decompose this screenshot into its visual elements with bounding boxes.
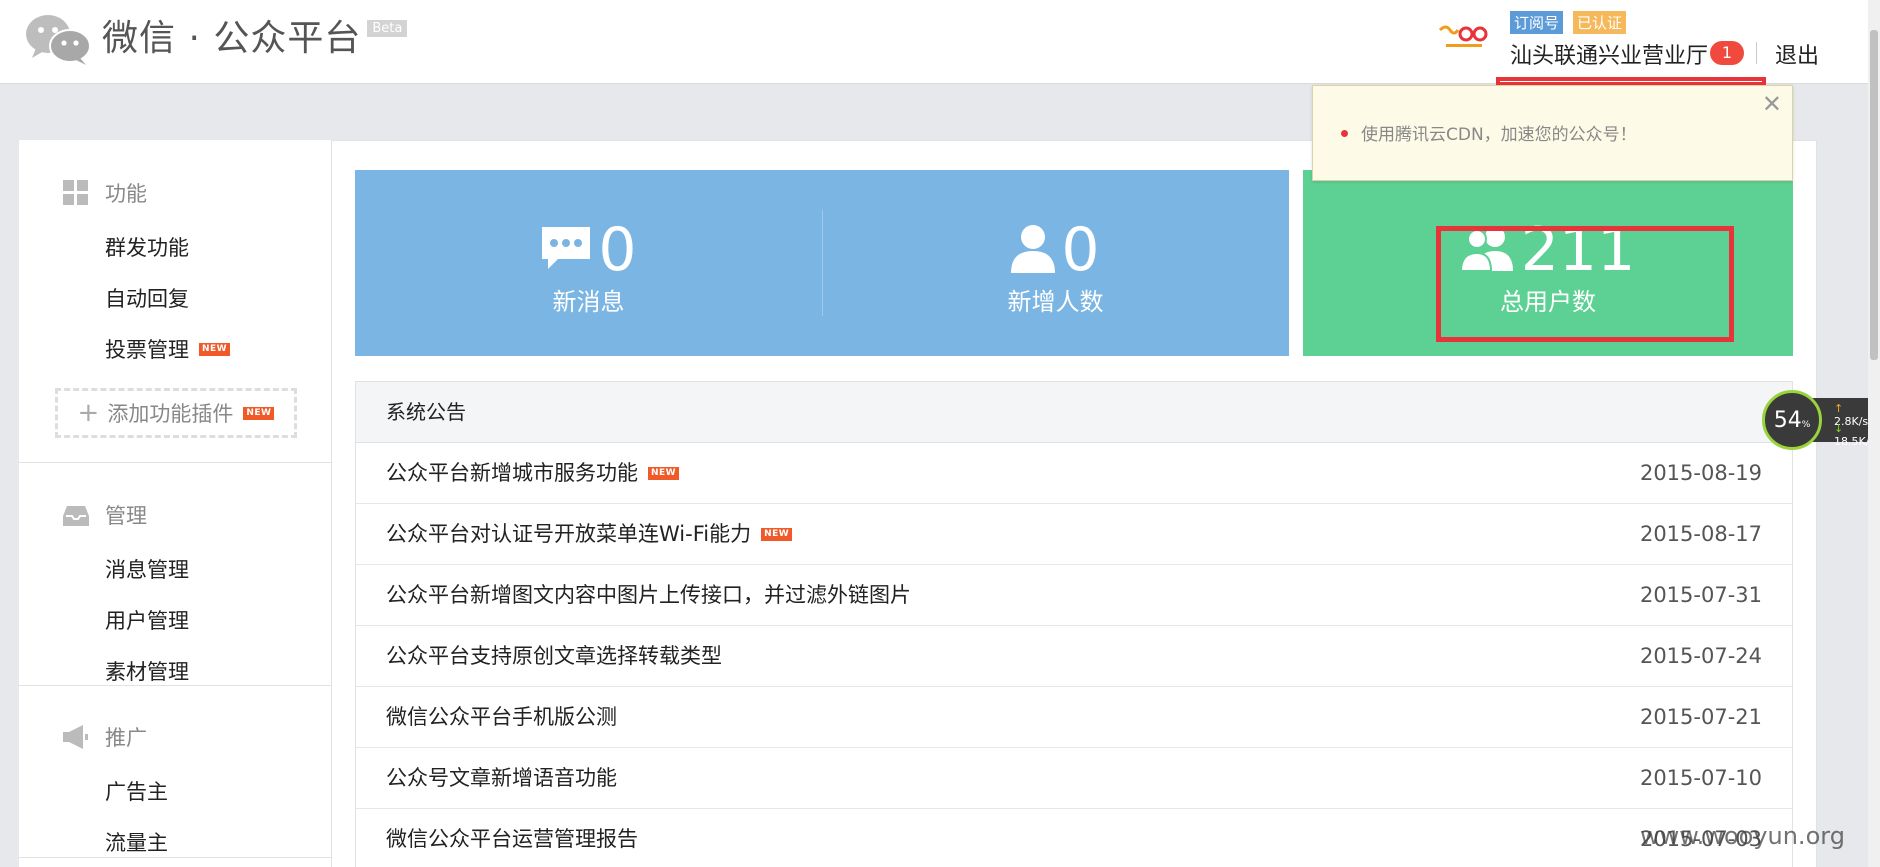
sidebar-item-label: 素材管理 [105,660,189,684]
sidebar-item-publisher[interactable]: 流量主 [105,827,168,857]
new-users-label: 新增人数 [1007,288,1104,316]
speed-percent-sign: % [1801,420,1811,430]
announcement-title: 公众平台新增城市服务功能 [386,461,638,485]
add-plugin-button[interactable]: + 添加功能插件 NEW [55,388,297,438]
speed-percent-ring: 54% [1762,390,1822,450]
cdn-notification: 使用腾讯云CDN，加速您的公众号！ ✕ [1312,85,1793,181]
section-title: 功能 [105,182,147,206]
megaphone-icon [63,724,89,750]
speed-percent: 54 [1773,407,1802,433]
add-plugin-label: 添加功能插件 [107,402,234,426]
sidebar-item-label: 群发功能 [105,236,189,260]
new-badge: NEW [648,467,680,480]
announcement-date: 2015-07-24 [1639,644,1762,668]
announcement-title: 公众平台对认证号开放菜单连Wi-Fi能力 [386,522,752,546]
highlight-box [1436,226,1734,342]
announcement-title: 公众平台支持原创文章选择转载类型 [386,644,722,668]
announcement-date: 2015-07-21 [1639,705,1762,729]
announcement-row[interactable]: 微信公众平台手机版公测 2015-07-21 [356,687,1792,748]
announcement-date: 2015-08-19 [1639,461,1762,485]
sidebar-item-materials[interactable]: 素材管理 [105,656,189,686]
announcement-row[interactable]: 微信公众平台运营管理报告 2015-07-03 [356,809,1792,867]
announcement-title: 公众平台新增图文内容中图片上传接口，并过滤外链图片 [386,583,911,607]
logout-link[interactable]: 退出 [1775,38,1819,70]
notification-text[interactable]: 使用腾讯云CDN，加速您的公众号！ [1361,120,1637,145]
message-bubble-icon [540,225,592,275]
sidebar-divider [19,857,332,858]
verified-tag: 已认证 [1573,11,1627,34]
sidebar-divider [19,685,332,686]
sidebar-item-messages[interactable]: 消息管理 [105,554,189,584]
new-badge: NEW [243,406,275,420]
unicom-logo-icon [1436,20,1492,54]
announcement-row[interactable]: 公众平台新增城市服务功能 NEW 2015-08-19 [356,443,1792,504]
announcement-title: 微信公众平台运营管理报告 [386,827,638,851]
announcement-row[interactable]: 公众平台新增图文内容中图片上传接口，并过滤外链图片 2015-07-31 [356,565,1792,626]
announcement-date: 2015-07-10 [1639,766,1762,790]
wechat-bubbles-icon [24,12,92,66]
announcements-panel: 系统公告 公众平台新增城市服务功能 NEW 2015-08-19 公众平台对认证… [355,381,1793,867]
download-rate-value: 18.5 [1834,435,1859,448]
sidebar-item-label: 投票管理 [105,338,189,362]
top-header: 微信 · 公众平台 Beta 订阅号 已认证 汕头联通兴业营业厅 1 退出 [0,0,1880,86]
sidebar: 功能 群发功能 自动回复 投票管理 NEW + 添加功能插件 NEW 管理 消息… [19,140,332,867]
new-messages-label: 新消息 [552,288,625,316]
header-separator [1756,42,1757,64]
sidebar-item-auto-reply[interactable]: 自动回复 [105,283,189,313]
bullet-dot [1341,130,1348,137]
sidebar-item-label: 广告主 [105,780,168,804]
inbox-icon [63,502,89,528]
download-arrow-icon: ↓ [1834,422,1844,435]
plus-icon: + [77,398,100,428]
platform-title: 微信 · 公众平台 [102,18,362,59]
subscription-tag: 订阅号 [1510,11,1564,34]
wechat-logo[interactable]: 微信 · 公众平台 Beta [24,12,408,66]
sidebar-item-label: 消息管理 [105,558,189,582]
sidebar-item-label: 用户管理 [105,609,189,633]
sidebar-item-broadcast[interactable]: 群发功能 [105,232,189,262]
new-badge: NEW [761,528,793,541]
announcement-title: 微信公众平台手机版公测 [386,705,617,729]
account-name[interactable]: 汕头联通兴业营业厅 [1510,38,1708,70]
watermark: www.wooyun.org [1640,822,1845,850]
beta-badge: Beta [367,19,408,37]
close-icon[interactable]: ✕ [1762,92,1782,116]
announcement-date: 2015-08-17 [1639,522,1762,546]
stats-panel-blue: 0 新消息 0 新增人数 [355,170,1289,356]
announcement-row[interactable]: 公众平台对认证号开放菜单连Wi-Fi能力 NEW 2015-08-17 [356,504,1792,565]
new-messages-count: 0 [598,215,637,285]
sidebar-item-label: 流量主 [105,831,168,855]
user-icon [1011,223,1056,277]
announcement-title: 公众号文章新增语音功能 [386,766,617,790]
sidebar-divider [19,462,332,463]
new-badge: NEW [199,342,231,356]
sidebar-item-vote[interactable]: 投票管理 NEW [105,334,231,364]
new-users-count: 0 [1061,215,1100,285]
sidebar-section-promote: 推广 [63,722,147,752]
sidebar-item-label: 自动回复 [105,287,189,311]
announcement-date: 2015-07-31 [1639,583,1762,607]
grid-icon [63,180,89,206]
sidebar-item-users[interactable]: 用户管理 [105,605,189,635]
sidebar-item-advertiser[interactable]: 广告主 [105,776,168,806]
stat-new-messages[interactable]: 0 新消息 [355,170,822,356]
section-title: 管理 [105,504,147,528]
sidebar-section-manage: 管理 [63,500,147,530]
announcements-title: 系统公告 [356,382,1792,443]
stat-new-users[interactable]: 0 新增人数 [822,170,1289,356]
announcement-row[interactable]: 公众平台支持原创文章选择转载类型 2015-07-24 [356,626,1792,687]
section-title: 推广 [105,726,147,750]
upload-arrow-icon: ↑ [1834,402,1844,415]
notification-count-badge[interactable]: 1 [1710,41,1744,65]
scrollbar-thumb[interactable] [1870,30,1878,360]
announcement-row[interactable]: 公众号文章新增语音功能 2015-07-10 [356,748,1792,809]
sidebar-section-function: 功能 [63,178,147,208]
network-speed-widget[interactable]: 54% ↑ 2.8K/s ↓ 18.5K/s [1762,390,1880,450]
